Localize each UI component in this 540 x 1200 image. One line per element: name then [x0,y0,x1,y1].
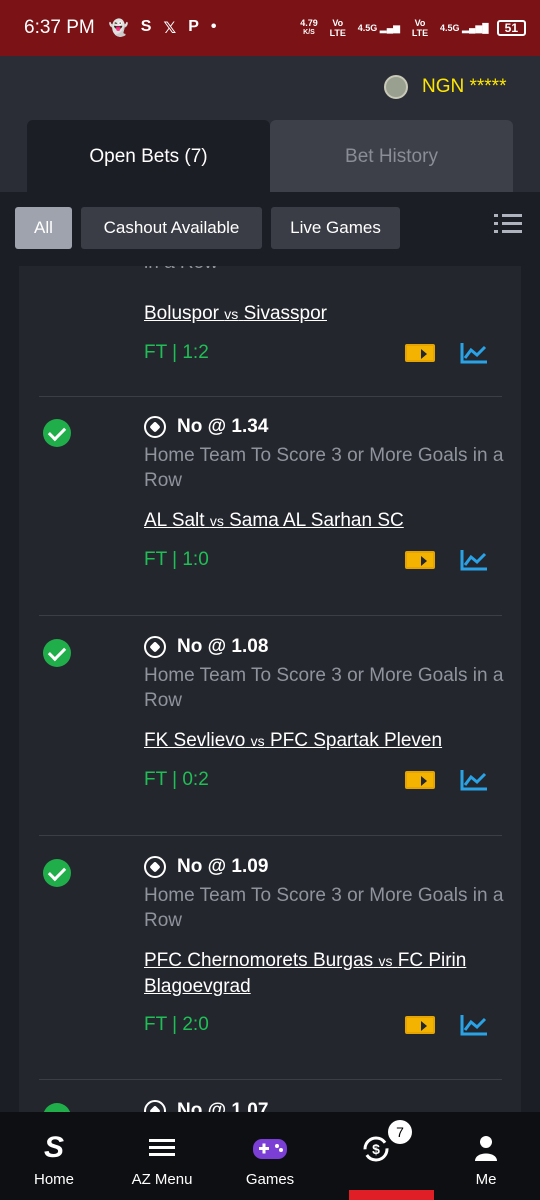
win-check-icon [43,419,71,447]
filter-live-games[interactable]: Live Games [271,207,400,249]
bet-match[interactable]: AL Salt vs Sama AL Sarhan SC [144,508,514,534]
bet-item[interactable]: in a Row Boluspor vs Sivasspor FT | 1:2 [39,266,502,396]
filter-cashout[interactable]: Cashout Available [81,207,262,249]
p-app-icon: P [188,18,199,35]
bet-item[interactable]: No @ 1.07 [39,1090,502,1112]
filter-bar: All Cashout Available Live Games [0,192,540,266]
divider [39,1079,502,1080]
x-icon: 𝕏 [163,20,177,37]
hamburger-icon [149,1139,175,1156]
volte-1: Vo LTE [329,18,346,38]
dot-icon: • [210,18,217,35]
stats-icon[interactable] [460,549,488,571]
nav-home[interactable]: S Home [0,1112,108,1200]
nav-open-bets[interactable]: $ [324,1112,432,1200]
active-tab-indicator [349,1190,434,1200]
battery-icon: 51 [496,20,526,36]
sportybet-logo-icon: S [43,1131,64,1164]
bet-match[interactable]: FK Sevlievo vs PFC Spartak Pleven [144,728,514,754]
ticket-icon[interactable] [405,551,435,569]
bet-match[interactable]: Boluspor vs Sivasspor [144,301,514,327]
bets-list: in a Row Boluspor vs Sivasspor FT | 1:2 … [0,266,540,1112]
bet-result: FT | 1:2 [144,342,209,363]
open-bets-badge: 7 [388,1120,412,1144]
status-right: 4.79 K/S Vo LTE 4.5G ▂▄▆ Vo LTE 4.5G ▂▄▆… [300,18,526,38]
bets-cycle-icon: $ [363,1136,389,1162]
nav-me[interactable]: Me [432,1112,540,1200]
nav-games[interactable]: Games [216,1112,324,1200]
bottom-nav: S Home AZ Menu Games $ Me [0,1112,540,1200]
notification-icons: 👻 S 𝕏 P • [109,18,217,38]
bet-pick: No @ 1.09 [177,856,269,877]
divider [39,396,502,397]
bet-match[interactable]: PFC Chernomorets Burgas vs FC Pirin Blag… [144,948,514,999]
win-check-icon [43,1103,71,1112]
bet-pick: No @ 1.08 [177,636,269,657]
sportybet-icon: S [140,18,152,35]
balance[interactable]: NGN ***** [422,76,506,98]
network-2: 4.5G ▂▄▆█ [440,23,489,33]
gamepad-icon [253,1139,287,1159]
user-icon [475,1136,497,1161]
volte-2: Vo LTE [411,18,429,38]
tab-open-bets[interactable]: Open Bets (7) [27,120,270,192]
avatar[interactable] [384,75,408,99]
soccer-ball-icon [144,636,166,658]
bet-market: in a Row [144,266,514,275]
bet-result: FT | 1:0 [144,549,209,570]
stats-icon[interactable] [460,342,488,364]
win-check-icon [43,639,71,667]
stats-icon[interactable] [460,1014,488,1036]
list-menu-icon[interactable] [494,214,522,240]
soccer-ball-icon [144,416,166,438]
net-speed: 4.79 K/S [300,18,318,36]
soccer-ball-icon [144,1100,166,1112]
stats-icon[interactable] [460,769,488,791]
status-time: 6:37 PM [24,17,95,38]
bet-item[interactable]: No @ 1.34 Home Team To Score 3 or More G… [39,406,503,616]
ticket-icon[interactable] [405,344,435,362]
bet-item[interactable]: No @ 1.09 Home Team To Score 3 or More G… [39,846,503,1081]
divider [39,615,502,616]
win-check-icon [43,859,71,887]
bet-market: Home Team To Score 3 or More Goals in a … [144,445,504,491]
bet-market: Home Team To Score 3 or More Goals in a … [144,665,504,711]
svg-text:$: $ [372,1141,380,1157]
snapchat-icon: 👻 [108,20,129,37]
bet-result: FT | 0:2 [144,769,209,790]
bet-pick: No @ 1.07 [177,1100,269,1112]
tab-bet-history[interactable]: Bet History [270,120,513,192]
account-header: NGN ***** [0,56,540,120]
network-1: 4.5G ▂▄▆ [357,23,401,33]
soccer-ball-icon [144,856,166,878]
ticket-icon[interactable] [405,1016,435,1034]
ticket-icon[interactable] [405,771,435,789]
bet-pick: No @ 1.34 [177,416,269,437]
bet-item[interactable]: No @ 1.08 Home Team To Score 3 or More G… [39,626,503,836]
filter-all[interactable]: All [15,207,72,249]
nav-az-menu[interactable]: AZ Menu [108,1112,216,1200]
bet-market: Home Team To Score 3 or More Goals in a … [144,885,504,931]
divider [39,835,502,836]
bet-result: FT | 2:0 [144,1014,209,1035]
status-bar: 6:37 PM 👻 S 𝕏 P • 4.79 K/S Vo LTE 4.5G ▂… [0,0,540,56]
